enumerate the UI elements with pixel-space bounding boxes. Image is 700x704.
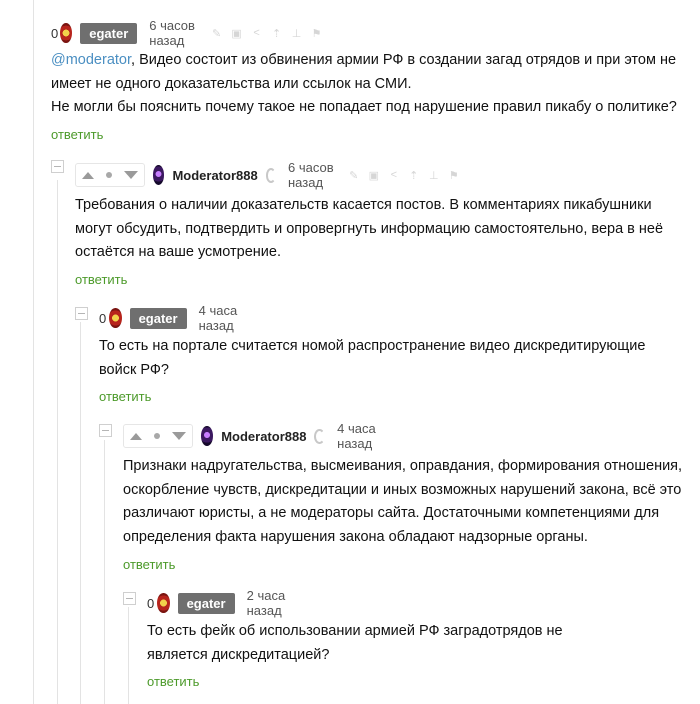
comment-body: То есть фейк об использовании армией РФ … [147,623,563,663]
mention-link[interactable]: @moderator [51,52,131,68]
collapse-toggle[interactable] [51,160,64,173]
author-name[interactable]: egater [80,22,138,44]
author-name[interactable]: egater [129,307,187,329]
collapse-toggle[interactable] [99,424,112,437]
comment-time[interactable]: 2 часа назад [247,588,295,618]
avatar[interactable] [109,308,122,328]
vote-up-icon[interactable] [130,432,142,440]
avatar[interactable] [157,593,170,613]
comment-body: То есть на портале считается номой распр… [99,338,646,378]
comment-body: Признаки надругательства, высмеивания, о… [123,458,683,545]
avatar[interactable] [60,23,73,43]
reply-link[interactable]: ответить [123,557,175,572]
avatar[interactable] [201,426,214,446]
collapse-toggle[interactable] [123,592,136,605]
author-name[interactable]: Moderator888 [172,168,257,183]
thread-line [104,440,105,704]
thread-line [80,322,81,704]
pencil-icon[interactable]: ✎ [348,169,359,182]
branch-icon[interactable]: ⊥ [428,169,439,182]
flag-icon[interactable]: ⚑ [448,169,459,182]
share-icon[interactable]: < [251,27,262,40]
moderator-badge-icon [265,167,276,183]
comment-time[interactable]: 6 часов назад [288,160,336,190]
moderator-badge-icon [314,428,326,444]
rating-dot [106,172,112,178]
save-icon[interactable]: ▣ [231,27,242,40]
comment-body: Требования о наличии доказательств касае… [75,197,664,260]
author-name[interactable]: egater [177,592,235,614]
vote-down-icon[interactable] [124,171,138,179]
comment-time[interactable]: 4 часа назад [199,303,247,333]
comment-rating: 0 [51,25,59,41]
comment-time[interactable]: 4 часа назад [337,421,384,451]
vote-down-icon[interactable] [172,432,186,440]
vote-box [123,424,193,448]
comment-rating: 0 [147,595,155,611]
avatar[interactable] [153,165,165,185]
flag-icon[interactable]: ⚑ [311,27,322,40]
reply-link[interactable]: ответить [75,272,127,287]
comment-time[interactable]: 6 часов назад [149,18,199,48]
thread-line [128,607,129,704]
save-icon[interactable]: ▣ [368,169,379,182]
author-name[interactable]: Moderator888 [221,429,306,444]
thread-line [33,0,34,704]
thread-line [57,180,58,704]
vote-up-icon[interactable] [82,171,94,179]
branch-icon[interactable]: ⊥ [291,27,302,40]
vote-box [75,163,145,187]
share-icon[interactable]: < [388,169,399,182]
rating-dot [154,433,160,439]
pencil-icon[interactable]: ✎ [211,27,222,40]
reply-link[interactable]: ответить [99,389,151,404]
arrow-up-icon[interactable]: ⇡ [271,27,282,40]
collapse-toggle[interactable] [75,307,88,320]
reply-link[interactable]: ответить [51,127,103,142]
reply-link[interactable]: ответить [147,674,199,689]
arrow-up-icon[interactable]: ⇡ [408,169,419,182]
comment-actions: ✎ ▣ < ⇡ ⊥ ⚑ [348,169,459,182]
comment-rating: 0 [99,310,107,326]
comment-body: @moderator, Видео состоит из обвинения а… [51,52,677,115]
comment-actions: ✎ ▣ < ⇡ ⊥ ⚑ [211,27,322,40]
